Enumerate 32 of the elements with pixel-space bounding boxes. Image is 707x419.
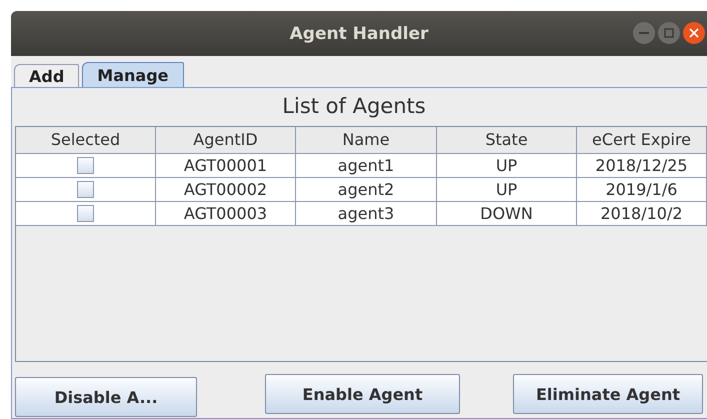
column-header[interactable]: eCert Expire	[577, 127, 707, 154]
table-cell: agent1	[296, 154, 437, 178]
table-cell: 2018/12/25	[577, 154, 707, 178]
table-cell: agent2	[296, 178, 437, 202]
table-cell: agent3	[296, 202, 437, 226]
table-cell: AGT00003	[156, 202, 296, 226]
window-title: Agent Handler	[290, 24, 428, 44]
close-icon	[689, 28, 699, 38]
table-cell: UP	[437, 178, 577, 202]
action-button[interactable]: Enable Agent	[265, 374, 460, 414]
table-cell: AGT00002	[156, 178, 296, 202]
panel-title: List of Agents	[281, 93, 427, 120]
action-button[interactable]: Eliminate Agent	[513, 374, 703, 414]
minimize-icon	[639, 32, 649, 34]
tab[interactable]: Add	[14, 64, 80, 87]
row-checkbox[interactable]	[77, 181, 94, 198]
maximize-icon	[664, 28, 674, 38]
column-header[interactable]: State	[437, 127, 577, 154]
table-cell: 2018/10/2	[577, 202, 707, 226]
table-cell: 2019/1/6	[577, 178, 707, 202]
row-checkbox[interactable]	[77, 205, 94, 222]
action-button[interactable]: Disable A...	[15, 377, 197, 417]
table-cell: DOWN	[437, 202, 577, 226]
tab[interactable]: Manage	[82, 62, 184, 87]
column-header[interactable]: AgentID	[156, 127, 296, 154]
table-cell: AGT00001	[156, 154, 296, 178]
close-button[interactable]	[683, 22, 705, 44]
table-cell: UP	[437, 154, 577, 178]
column-header[interactable]: Selected	[16, 127, 156, 154]
row-checkbox[interactable]	[77, 157, 94, 174]
minimize-button[interactable]	[633, 22, 655, 44]
column-header[interactable]: Name	[296, 127, 437, 154]
